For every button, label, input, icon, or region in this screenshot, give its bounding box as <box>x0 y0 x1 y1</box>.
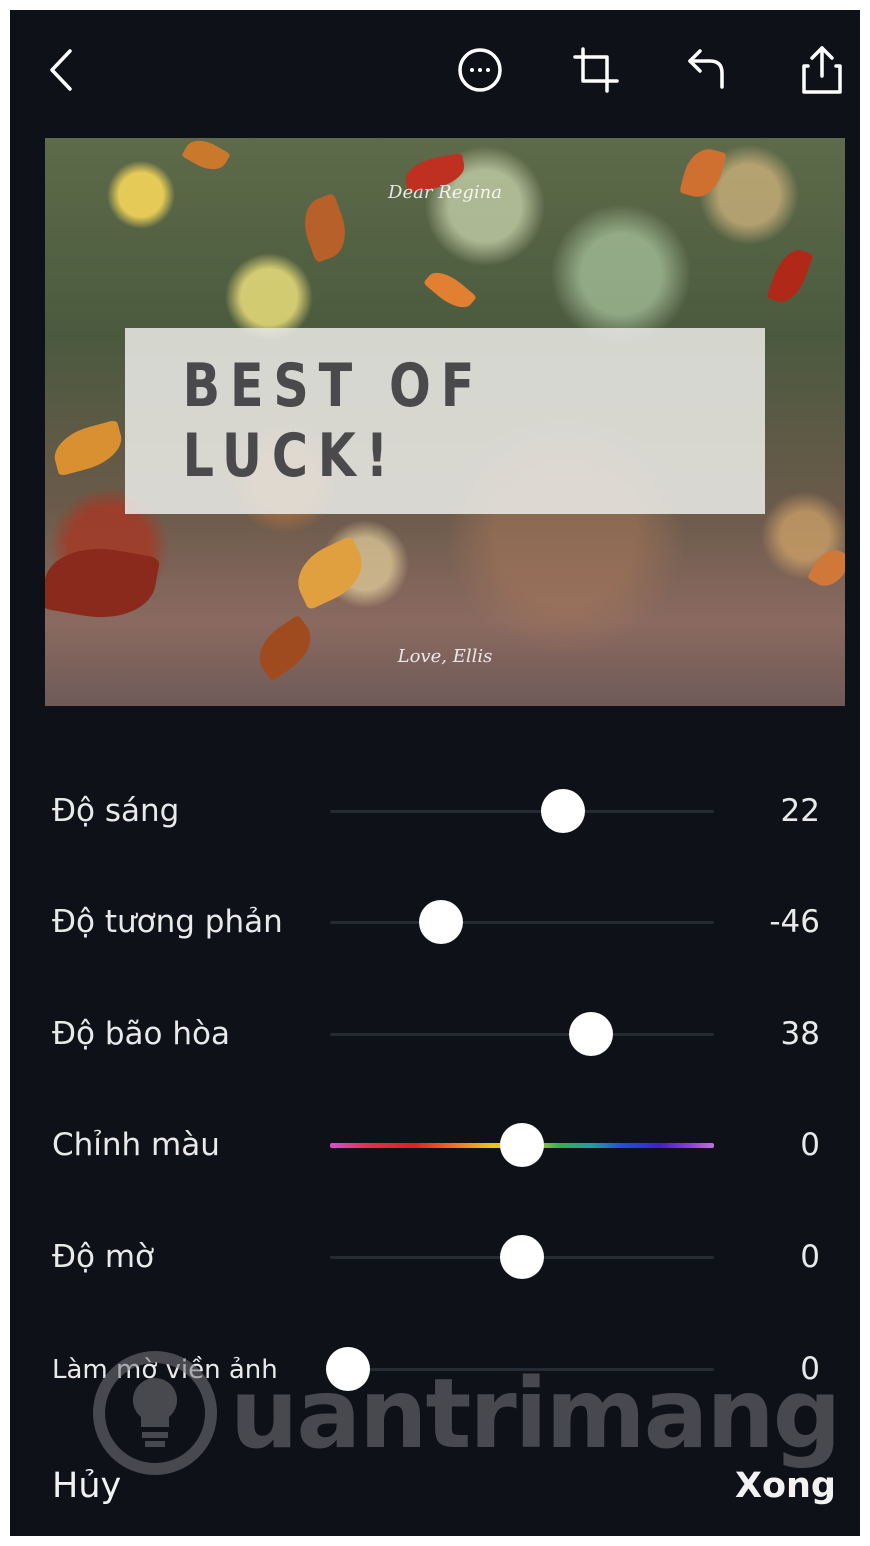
vignette-value: 0 <box>800 1351 820 1387</box>
vignette-label: Làm mờ viền ảnh <box>52 1355 278 1385</box>
saturation-track[interactable] <box>330 1033 714 1036</box>
top-toolbar <box>10 10 860 130</box>
slider-row-blur: Độ mờ 0 <box>10 1227 860 1287</box>
headline-text: BEST OF LUCK! <box>182 351 485 491</box>
leaf-decoration <box>423 264 477 316</box>
hue-value: 0 <box>800 1127 820 1163</box>
crop-icon[interactable] <box>566 40 626 100</box>
photo-top-script: Dear Regina <box>388 182 502 203</box>
leaf-decoration <box>49 419 127 477</box>
brightness-label: Độ sáng <box>52 793 180 829</box>
hue-thumb[interactable] <box>500 1123 544 1167</box>
vignette-thumb[interactable] <box>326 1347 370 1391</box>
cancel-button[interactable]: Hủy <box>52 1466 121 1506</box>
brightness-thumb[interactable] <box>541 789 585 833</box>
saturation-label: Độ bão hòa <box>52 1016 230 1052</box>
contrast-track[interactable] <box>330 921 714 924</box>
saturation-thumb[interactable] <box>569 1012 613 1056</box>
brightness-track[interactable] <box>330 810 714 813</box>
leaf-decoration <box>766 244 814 308</box>
blur-thumb[interactable] <box>500 1235 544 1279</box>
saturation-value: 38 <box>780 1016 820 1052</box>
leaf-decoration <box>287 535 373 611</box>
slider-row-saturation: Độ bão hòa 38 <box>10 1004 860 1064</box>
headline-banner[interactable]: BEST OF LUCK! <box>125 328 765 514</box>
blur-label: Độ mờ <box>52 1239 155 1275</box>
leaf-decoration <box>45 538 161 628</box>
contrast-value: -46 <box>769 904 820 940</box>
vignette-track[interactable] <box>330 1368 714 1371</box>
undo-icon[interactable] <box>678 40 738 100</box>
slider-row-hue: Chỉnh màu 0 <box>10 1115 860 1175</box>
photo-preview[interactable]: Dear Regina BEST OF LUCK! Love, Ellis <box>45 138 845 706</box>
slider-row-brightness: Độ sáng 22 <box>10 781 860 841</box>
leaf-decoration <box>295 192 355 264</box>
share-icon[interactable] <box>792 40 852 100</box>
leaf-decoration <box>807 543 845 593</box>
photo-bottom-script: Love, Ellis <box>397 646 493 667</box>
more-icon[interactable] <box>450 40 510 100</box>
contrast-label: Độ tương phản <box>52 904 283 940</box>
leaf-decoration <box>181 138 231 177</box>
brightness-value: 22 <box>780 793 820 829</box>
contrast-thumb[interactable] <box>419 900 463 944</box>
done-button[interactable]: Xong <box>735 1466 836 1506</box>
hue-label: Chỉnh màu <box>52 1127 220 1163</box>
slider-row-vignette: Làm mờ viền ảnh 0 <box>10 1339 860 1399</box>
back-icon[interactable] <box>32 40 92 100</box>
editor-screen: Dear Regina BEST OF LUCK! Love, Ellis Độ… <box>10 10 860 1536</box>
slider-row-contrast: Độ tương phản -46 <box>10 892 860 952</box>
blur-value: 0 <box>800 1239 820 1275</box>
